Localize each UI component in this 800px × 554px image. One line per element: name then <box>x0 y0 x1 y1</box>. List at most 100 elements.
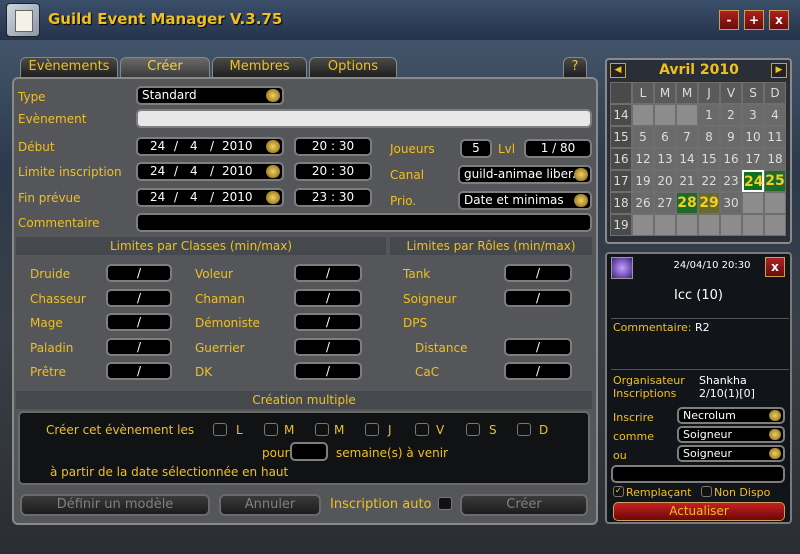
calendar-day[interactable]: 16 <box>720 148 742 170</box>
class-limit-input[interactable]: / <box>106 362 172 380</box>
auto-signup-checkbox[interactable] <box>438 497 452 510</box>
alt-role-value: Soigneur <box>683 447 732 460</box>
calendar-day[interactable]: 4 <box>764 104 786 126</box>
define-template-button[interactable]: Définir un modèle <box>20 494 210 516</box>
calendar-day-selected[interactable]: 24 <box>742 170 764 192</box>
cancel-button[interactable]: Annuler <box>219 494 321 516</box>
close-button[interactable]: x <box>769 10 789 30</box>
calendar-day[interactable]: 26 <box>632 192 654 214</box>
lvl-input[interactable]: 1 / 80 <box>524 139 592 158</box>
note-input[interactable] <box>611 465 785 483</box>
players-label: Joueurs <box>390 142 435 156</box>
limit-date-field[interactable]: 24/4/2010 <box>136 162 284 181</box>
calendar-day[interactable]: 17 <box>742 148 764 170</box>
calendar-day[interactable]: 9 <box>720 126 742 148</box>
comment-input[interactable] <box>136 213 592 232</box>
class-limit-input[interactable]: / <box>106 338 172 356</box>
calendar-day[interactable]: 5 <box>632 126 654 148</box>
close-detail-button[interactable]: x <box>765 257 785 277</box>
calendar-day-event[interactable]: 29 <box>698 192 720 214</box>
calendar-day[interactable]: 15 <box>698 148 720 170</box>
calendar-day[interactable]: 2 <box>720 104 742 126</box>
calendar-day[interactable]: 22 <box>698 170 720 192</box>
calendar-day[interactable]: 12 <box>632 148 654 170</box>
class-label: Prêtre <box>30 365 66 379</box>
replacing-checkbox[interactable]: ✓ <box>613 486 624 497</box>
calendar-day[interactable]: 6 <box>654 126 676 148</box>
unavailable-checkbox[interactable] <box>701 486 712 497</box>
calendar-day[interactable]: 1 <box>698 104 720 126</box>
class-label: Voleur <box>195 267 233 281</box>
calendar-day[interactable]: 8 <box>698 126 720 148</box>
next-month-icon[interactable]: ▶ <box>771 63 787 78</box>
calendar-day[interactable]: 21 <box>676 170 698 192</box>
tab-members[interactable]: Membres <box>212 57 307 77</box>
players-input[interactable]: 5 <box>460 139 492 158</box>
calendar-day[interactable]: 27 <box>654 192 676 214</box>
calendar-day[interactable]: 23 <box>720 170 742 192</box>
day-checkbox[interactable] <box>213 423 227 436</box>
calendar-day[interactable]: 3 <box>742 104 764 126</box>
tab-help[interactable]: ? <box>563 57 587 77</box>
class-limit-input[interactable]: / <box>294 313 362 331</box>
prev-month-icon[interactable]: ◀ <box>610 63 626 78</box>
role-select[interactable]: Soigneur <box>677 426 785 443</box>
multi-create-label: Créer cet évènement les <box>46 423 195 437</box>
end-date-field[interactable]: 24/4/2010 <box>136 188 284 207</box>
class-limit-input[interactable]: / <box>294 289 362 307</box>
class-limit-input[interactable]: / <box>106 289 172 307</box>
role-limit-input[interactable]: / <box>504 264 572 282</box>
end-time-field[interactable]: 23 : 30 <box>294 188 372 207</box>
class-limit-input[interactable]: / <box>294 362 362 380</box>
class-limit-input[interactable]: / <box>106 313 172 331</box>
day-checkbox[interactable] <box>415 423 429 436</box>
event-name-input[interactable] <box>136 109 592 128</box>
prio-select[interactable]: Date et minimas <box>458 191 592 210</box>
limit-time-field[interactable]: 20 : 30 <box>294 162 372 181</box>
auto-signup-label: Inscription auto <box>330 497 432 512</box>
start-date-field[interactable]: 24/4/2010 <box>136 137 284 156</box>
start-day: 24 <box>150 139 166 153</box>
class-limit-input[interactable]: / <box>294 338 362 356</box>
calendar-day[interactable]: 11 <box>764 126 786 148</box>
calendar-day-event[interactable]: 25 <box>764 170 786 192</box>
minimize-button[interactable]: - <box>719 10 739 30</box>
register-select[interactable]: Necrolum <box>677 407 785 424</box>
type-select[interactable]: Standard <box>136 86 284 105</box>
update-button[interactable]: Actualiser <box>613 502 785 521</box>
alt-role-select[interactable]: Soigneur <box>677 445 785 462</box>
calendar-day[interactable]: 30 <box>720 192 742 214</box>
prio-label: Prio. <box>390 194 417 208</box>
lvl-label: Lvl <box>498 142 516 156</box>
tab-create[interactable]: Créer <box>120 57 210 77</box>
class-limit-input[interactable]: / <box>294 264 362 282</box>
day-checkbox[interactable] <box>264 423 278 436</box>
day-checkbox[interactable] <box>517 423 531 436</box>
role-limit-input[interactable]: / <box>504 338 572 356</box>
calendar-day[interactable]: 10 <box>742 126 764 148</box>
calendar-day[interactable]: 18 <box>764 148 786 170</box>
weeks-input[interactable] <box>290 442 328 461</box>
tab-events[interactable]: Evènements <box>20 57 118 77</box>
channel-select[interactable]: guild-animae liber... <box>458 165 592 184</box>
day-label: D <box>539 423 549 437</box>
role-label: CaC <box>415 365 440 379</box>
maximize-button[interactable]: + <box>744 10 764 30</box>
day-checkbox[interactable] <box>315 423 329 436</box>
calendar-day <box>632 214 654 236</box>
role-limit-input[interactable]: / <box>504 362 572 380</box>
calendar-day[interactable]: 20 <box>654 170 676 192</box>
calendar-day[interactable]: 7 <box>676 126 698 148</box>
day-checkbox[interactable] <box>365 423 379 436</box>
calendar-day[interactable]: 13 <box>654 148 676 170</box>
create-button[interactable]: Créer <box>460 494 588 516</box>
calendar-day[interactable]: 14 <box>676 148 698 170</box>
tab-options[interactable]: Options <box>309 57 397 77</box>
calendar-day[interactable]: 19 <box>632 170 654 192</box>
calendar-day-event[interactable]: 28 <box>676 192 698 214</box>
start-time-field[interactable]: 20 : 30 <box>294 137 372 156</box>
day-checkbox[interactable] <box>466 423 480 436</box>
class-limit-input[interactable]: / <box>106 264 172 282</box>
week-number: 16 <box>610 148 632 170</box>
role-limit-input[interactable]: / <box>504 289 572 307</box>
